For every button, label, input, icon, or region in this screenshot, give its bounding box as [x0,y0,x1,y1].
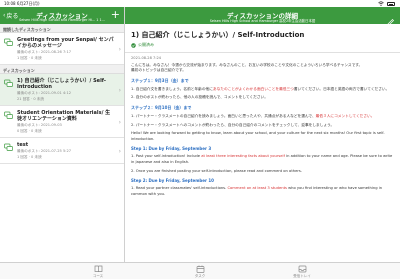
course-subtitle: Seisen Hills High School and Hamburger H… [19,17,105,22]
status-bar: 10:08 6月27日(月) [0,0,400,7]
discussion-icon [4,111,13,119]
course-subtitle-detail: Seisen Hills High School and Hamburger 高… [209,18,316,23]
chevron-right-icon: › [118,118,121,126]
discussion-detail-header: ディスカッションの詳細 Seisen Hills High School and… [125,7,400,26]
en-intro: Hello! We are looking forward to getting… [131,131,385,141]
discussion-item-counts: 1 回答 · 0 未読 [17,154,42,159]
section-header-pinned: 閲読したディスカッション [0,24,124,33]
post-date: 2021-08-28 7:24 [131,55,162,60]
discussion-list-header: ‹ 戻る ディスカッション Seisen Hills High School a… [0,7,124,24]
published-status: 公開済み [131,42,394,48]
en-step2-heading: Step 2: Due by Friday, September 10 [131,178,214,184]
edit-button[interactable] [387,11,395,26]
section-header-discussions: ディスカッション [0,65,124,74]
discussion-item-last-post: 最後のポスト: 2021-07-25 5:27 [17,149,72,153]
discussion-item-counts: 0 回答 · 0 未読 [17,128,42,133]
jp-step1-item2: 2. 自分のポストが終わったら、他の人の投稿を読んで、コメントをしてください。 [131,95,268,100]
discussion-item-counts: 1 回答 · 0 未読 [17,55,42,60]
discussion-item-greetings[interactable]: Greetings from your Senpai/ センパイからのメッセージ… [0,33,124,65]
en-step1-heading: Step 1: Due by Friday, September 3 [131,146,212,152]
tab-tasks[interactable]: タスク [170,265,230,279]
discussion-item-last-post: 最後のポスト: 2021-08-26 7:17 [17,50,72,54]
discussion-item-orientation[interactable]: Student Orientation Materials/ 生徒オリエンテーシ… [0,106,124,138]
en-step2-item1: 1. Read your partner classmates' self-in… [131,186,383,196]
discussion-item-last-post: 最後のポスト: 2021-09-03 [17,123,62,127]
jp-intro: こんにちは。みなさん！今週から交流が始まります。みなさんのこと、お互いの学校のこ… [131,62,363,73]
chevron-right-icon: › [118,86,121,94]
discussion-detail: 1) 自己紹介（じこしょうかい）/ Self-Introduction 公開済み… [125,24,400,262]
battery-icon [387,2,395,6]
divider [125,52,400,53]
calendar-icon [196,265,204,273]
discussion-list: 閲読したディスカッション Greetings from your Senpai/… [0,24,124,262]
jp-step2-heading: ステップ２：9月10日（金）まで [131,104,192,110]
discussion-item-counts: 21 回答 · 0 未読 [17,96,44,101]
discussion-item-title: Student Orientation Materials/ 生徒オリエンテーシ… [17,110,111,122]
discussion-icon [4,143,13,151]
post-title: 1) 自己紹介（じこしょうかい）/ Self-Introduction [131,31,305,39]
en-step1-item1: 1. Post your self-introduction! Include … [131,154,393,164]
discussion-item-title: Greetings from your Senpai/ センパイからのメッセージ [17,37,114,49]
discussion-item-test[interactable]: test 最後のポスト: 2021-07-25 5:27 1 回答 · 0 未読… [0,138,124,164]
discussion-item-last-post: 最後のポスト: 2021-09-01 4:12 [17,91,72,95]
tab-bar: コース タスク 受信トレイ [0,262,400,279]
jp-step1-heading: ステップ１：9月3日（金）まで [131,77,189,83]
discussion-item-title: test [17,142,29,148]
plus-icon: + [110,8,120,21]
jp-step1-item1: 1. 自己紹介文を書きましょう。名前と年齢の他にあなたのことがよくわかる面白いこ… [131,86,390,91]
inbox-icon [298,265,306,273]
book-icon [94,265,102,273]
jp-step2-item1: 1. パートナー・クラスメートの自己紹介を読みましょう。面白いと思った人や、共通… [131,113,375,118]
jp-step2-item2: 2. パートナー・クラスメートへのコメントが終わったら、自分の自己紹介のコメント… [131,122,335,127]
add-discussion-button[interactable]: + [111,8,120,22]
discussion-icon [4,38,13,46]
check-circle-icon [131,42,136,48]
chevron-right-icon: › [118,45,121,53]
tab-courses[interactable]: コース [68,265,128,279]
tab-inbox[interactable]: 受信トレイ [272,265,332,279]
chevron-right-icon: › [118,147,121,155]
discussion-item-self-intro[interactable]: 1) 自己紹介（じこしょうかい）/ Self-Introduction 最後のポ… [0,74,124,106]
discussion-item-title: 1) 自己紹介（じこしょうかい）/ Self-Introduction [17,78,106,90]
discussion-icon [4,79,13,87]
en-step1-item2: 2. Once you are finished posting your se… [131,168,302,173]
